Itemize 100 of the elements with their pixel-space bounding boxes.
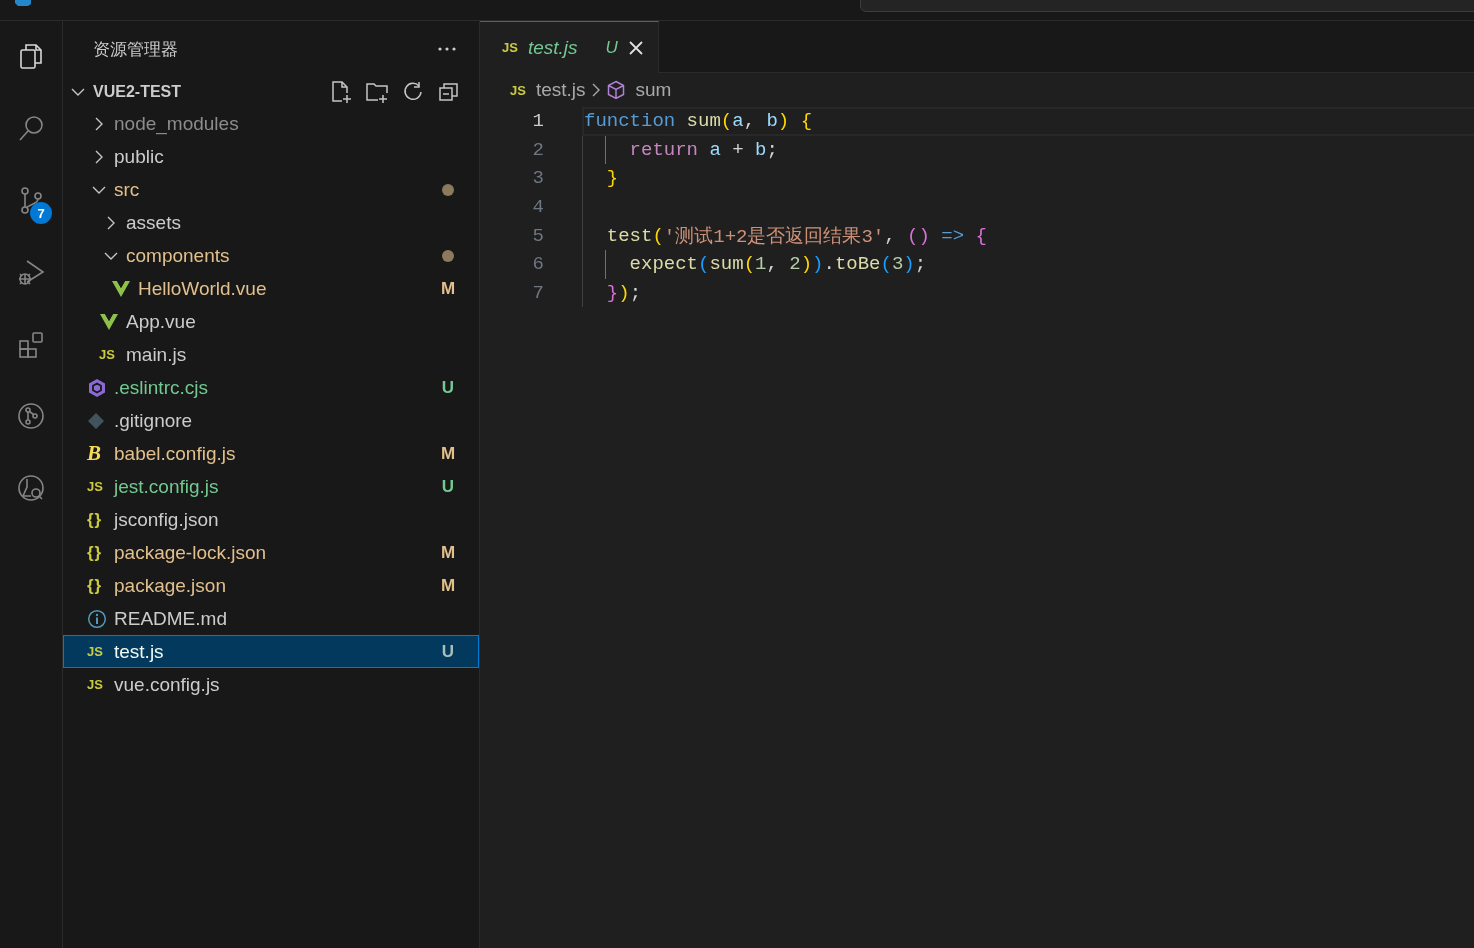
- collapse-icon[interactable]: [437, 80, 461, 104]
- js-icon: JS: [87, 645, 103, 658]
- code-token: ;: [629, 281, 642, 304]
- braces-icon: {}: [87, 544, 103, 561]
- git-status: U: [440, 377, 456, 398]
- tree-row[interactable]: JS test.js U: [63, 635, 479, 668]
- file-name: HelloWorld.vue: [138, 277, 268, 300]
- extensions-icon[interactable]: [17, 330, 45, 358]
- git-status: U: [605, 37, 618, 58]
- tree-row[interactable]: .gitignore: [63, 404, 479, 437]
- braces-icon: {}: [87, 577, 103, 594]
- code-token: b: [755, 138, 767, 161]
- tree-row[interactable]: components: [63, 239, 479, 272]
- tree-row[interactable]: README.md: [63, 602, 479, 635]
- hexagon-icon: [87, 377, 107, 398]
- tree-row[interactable]: {} package.json M: [63, 569, 479, 602]
- tab-title: test.js: [527, 36, 578, 59]
- file-name: jsconfig.json: [114, 508, 220, 531]
- code-token: ): [777, 110, 790, 133]
- js-icon: JS: [502, 41, 518, 54]
- code-token: =>: [940, 224, 965, 247]
- files-icon[interactable]: [17, 42, 45, 70]
- code-token: 1: [755, 253, 767, 276]
- tree-row[interactable]: App.vue: [63, 305, 479, 338]
- tree-row[interactable]: public: [63, 140, 479, 173]
- code-token: (: [652, 224, 664, 247]
- code-token: (): [907, 224, 930, 247]
- project-name[interactable]: VUE2-TEST: [93, 83, 329, 101]
- breadcrumb-item[interactable]: sum: [635, 79, 672, 101]
- new-file-icon[interactable]: [329, 80, 353, 104]
- breadcrumb-item[interactable]: test.js: [535, 79, 586, 101]
- git-status: M: [440, 443, 456, 464]
- app-logo-icon: [15, 0, 31, 6]
- tree-row[interactable]: node_modules: [63, 107, 479, 140]
- code-token: }: [605, 167, 619, 190]
- tree-row[interactable]: {} jsconfig.json: [63, 503, 479, 536]
- play-bug-icon[interactable]: [17, 258, 45, 286]
- tree-row[interactable]: {} package-lock.json M: [63, 536, 479, 569]
- code-token: ;: [914, 253, 927, 276]
- code-token: ): [903, 253, 915, 276]
- new-folder-icon[interactable]: [365, 80, 389, 104]
- line-number: 7: [531, 281, 544, 304]
- folder-name: assets: [126, 211, 182, 234]
- js-icon: JS: [87, 678, 103, 691]
- folder-name: node_modules: [114, 112, 240, 135]
- file-name: test.js: [114, 640, 165, 663]
- code-token: 2: [789, 253, 801, 276]
- panel-title: 资源管理器: [93, 38, 178, 61]
- tree-row[interactable]: src: [63, 173, 479, 206]
- tree-row[interactable]: HelloWorld.vue M: [63, 272, 479, 305]
- file-name: package.json: [114, 574, 227, 597]
- code-token: (: [743, 253, 756, 276]
- code-token: {: [799, 110, 813, 133]
- vue-icon: [99, 312, 119, 331]
- code-token: '测试1+2是否返回结果3': [663, 224, 885, 249]
- file-name: .eslintrc.cjs: [114, 376, 209, 399]
- code-token: ;: [766, 138, 778, 161]
- file-name: babel.config.js: [114, 442, 237, 465]
- tree-row[interactable]: B babel.config.js M: [63, 437, 479, 470]
- code-token: function: [584, 110, 676, 133]
- git-status: M: [440, 278, 456, 299]
- code-token: ): [618, 281, 630, 304]
- file-name: package-lock.json: [114, 541, 268, 564]
- diamond-icon: [87, 411, 105, 430]
- line-number: 2: [531, 138, 544, 161]
- more-icon[interactable]: [437, 46, 457, 52]
- code-token: (: [698, 253, 710, 276]
- file-name: .gitignore: [114, 409, 194, 432]
- js-icon: JS: [510, 83, 526, 97]
- flask-icon[interactable]: [17, 474, 45, 502]
- folder-name: components: [126, 244, 231, 267]
- editor-tab[interactable]: JS test.js U: [480, 21, 659, 73]
- code-token: {: [974, 224, 987, 247]
- file-name: README.md: [114, 607, 228, 630]
- code-token: test: [605, 224, 653, 247]
- folder-name: public: [114, 145, 165, 168]
- file-name: main.js: [126, 343, 188, 366]
- tree-row[interactable]: assets: [63, 206, 479, 239]
- line-number: 6: [531, 253, 544, 276]
- cube-icon: [605, 80, 626, 100]
- code-token: b: [766, 110, 778, 133]
- tree-row[interactable]: JS jest.config.js U: [63, 470, 479, 503]
- count-badge: 7: [30, 202, 52, 224]
- info-icon: [87, 608, 107, 629]
- tree-row[interactable]: JS vue.config.js: [63, 668, 479, 701]
- line-number: 4: [531, 196, 544, 219]
- git-status: M: [440, 542, 456, 563]
- tree-row[interactable]: .eslintrc.cjs U: [63, 371, 479, 404]
- file-name: App.vue: [126, 310, 197, 333]
- file-name: vue.config.js: [114, 673, 221, 696]
- code-token: (: [720, 110, 733, 133]
- graph-icon[interactable]: [17, 402, 45, 430]
- code-token: .: [823, 253, 835, 276]
- tree-row[interactable]: JS main.js: [63, 338, 479, 371]
- code-token: 3: [891, 253, 904, 276]
- code-token: a: [708, 138, 721, 161]
- letter-icon: B: [87, 443, 101, 464]
- search-icon[interactable]: [17, 114, 45, 142]
- close-icon[interactable]: [627, 39, 644, 56]
- code-token: ): [800, 253, 813, 276]
